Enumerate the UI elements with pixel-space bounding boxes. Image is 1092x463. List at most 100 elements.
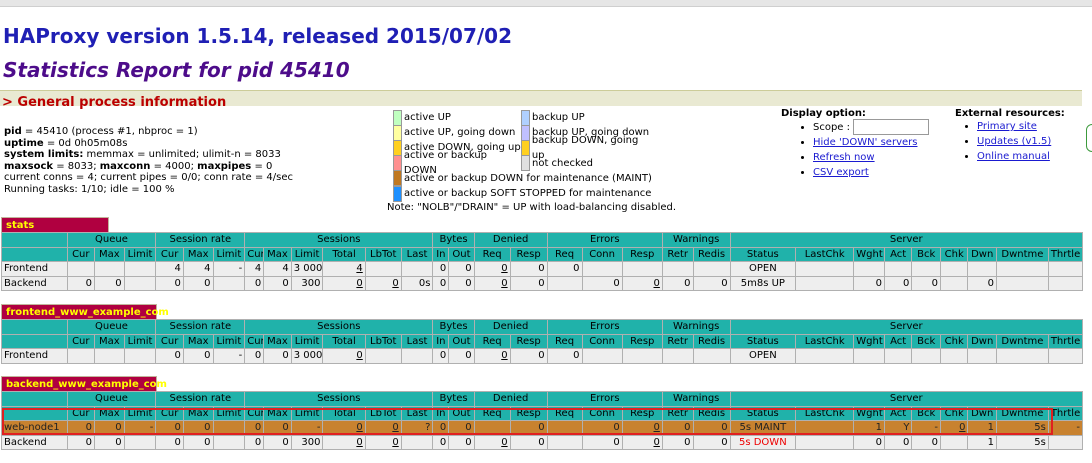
header-group: Sessions: [244, 391, 434, 407]
column-header: Limit: [290, 333, 324, 349]
refresh-now-link[interactable]: Refresh now: [813, 152, 875, 163]
highlight-box: [2, 408, 1053, 435]
stat-cell: 0: [692, 434, 731, 450]
stat-cell: [621, 261, 663, 277]
stat-cell: 0s: [400, 275, 434, 291]
stat-value: 0: [613, 436, 620, 448]
csv-export-link[interactable]: CSV export: [813, 167, 869, 178]
row-name[interactable]: Backend: [1, 275, 68, 291]
stat-cell: 0: [853, 434, 885, 450]
stat-value: 0: [392, 436, 399, 448]
header-blank: [1, 333, 68, 349]
general-info-title: > General process information: [2, 95, 227, 110]
column-header: Resp: [509, 246, 548, 262]
stat-value: 300: [301, 277, 321, 289]
column-header: Retr: [661, 246, 694, 262]
stat-value: OPEN: [748, 263, 777, 275]
column-header: Redis: [692, 333, 731, 349]
stat-cell: 3 000: [290, 348, 324, 364]
stat-cell: [967, 261, 997, 277]
column-header: Cur: [155, 333, 184, 349]
stat-value: 1: [987, 436, 994, 448]
stat-value: 0: [721, 436, 728, 448]
stat-cell: [911, 261, 941, 277]
stat-cell: [400, 261, 434, 277]
header-group: Denied: [473, 319, 548, 335]
stat-cell: 0: [182, 434, 214, 450]
column-header: Redis: [692, 246, 731, 262]
row-name[interactable]: Frontend: [1, 348, 68, 364]
column-header: LbTot: [364, 333, 402, 349]
stat-cell: [1047, 434, 1084, 450]
header-group-row: Queue Session rate Sessions Bytes Denied Erro…: [1, 232, 1084, 248]
running-tasks-line: Running tasks: 1/10; idle = 100 %: [4, 183, 175, 195]
hide-down-servers-link[interactable]: Hide 'DOWN' servers: [813, 137, 917, 148]
stat-cell: 0: [473, 261, 511, 277]
stat-value: 0: [501, 263, 508, 275]
header-group: Denied: [473, 232, 548, 248]
legend-swatch: [521, 139, 530, 156]
column-header: Out: [448, 246, 475, 262]
scope-label: Scope :: [813, 122, 851, 133]
header-group: Denied: [473, 391, 548, 407]
column-header: Req: [546, 333, 583, 349]
stat-cell: -: [212, 261, 246, 277]
table-row[interactable]: Backend 0 0 0 0 0 0 300 0 0 0 0 0 0 0 0 0 0 5s DOWN 0 0 0 1 5s: [1, 434, 1084, 450]
stat-value: 0: [115, 436, 122, 448]
stat-value: 0: [115, 277, 122, 289]
legend-label: active or backup DOWN for maintenance (M…: [404, 172, 652, 184]
browser-toolbar-edge: [0, 0, 1092, 7]
stat-value: 5s: [1034, 436, 1046, 448]
stat-value: 0: [204, 277, 211, 289]
table-row[interactable]: Frontend 0 0-0 0 3 000 0 0 0 0 0 0 OPEN: [1, 348, 1084, 364]
header-blank: [1, 319, 68, 335]
stat-cell: 0: [509, 261, 548, 277]
stat-value: 0: [465, 436, 472, 448]
stat-value: 0: [538, 436, 545, 448]
updates-link[interactable]: Updates (v1.5): [977, 136, 1051, 147]
stat-cell: 0: [244, 434, 265, 450]
legend-note: Note: "NOLB"/"DRAIN" = UP with load-bala…: [387, 202, 677, 213]
display-options: Display option: Scope : Hide 'DOWN' serv…: [781, 108, 930, 180]
header-group: Bytes: [432, 319, 475, 335]
stat-cell: 0: [509, 348, 548, 364]
stat-cell: 0: [364, 434, 402, 450]
stat-value: 0: [254, 277, 262, 289]
table-row[interactable]: Frontend 4 4-4 4 3 000 4 0 0 0 0 0 OPEN: [1, 261, 1084, 277]
online-manual-link[interactable]: Online manual: [977, 151, 1050, 162]
primary-site-link[interactable]: Primary site: [977, 121, 1037, 132]
table-row[interactable]: Backend 0 0 0 0 0 0 300 0 0 0s 0 0 0 0 0 0 0 0 5m8s UP 0 0 0 0: [1, 275, 1084, 291]
column-header: Dwntme: [996, 246, 1049, 262]
column-header: Dwntme: [996, 333, 1049, 349]
row-name[interactable]: Backend: [1, 434, 68, 450]
column-header: Total: [322, 246, 366, 262]
stat-cell: -: [212, 348, 246, 364]
header-column-row: Cur Max Limit Cur Max Limit Cur Max Limit Total Lb…: [1, 333, 1084, 349]
stat-cell: [123, 434, 157, 450]
stat-cell: 0: [182, 348, 214, 364]
legend-swatch: [393, 170, 402, 187]
row-name[interactable]: Frontend: [1, 261, 68, 277]
header-blank: [1, 232, 68, 248]
column-header: Req: [473, 333, 511, 349]
stat-cell: 0: [322, 348, 366, 364]
side-handle[interactable]: [1086, 124, 1092, 152]
column-header: Limit: [290, 246, 324, 262]
legend-swatch: [521, 124, 530, 141]
stat-cell: [883, 261, 913, 277]
legend-row: active UP backup UP: [393, 109, 823, 126]
legend-swatch: [521, 109, 530, 126]
column-header: Act: [883, 246, 913, 262]
stat-cell: 1: [967, 434, 997, 450]
stat-value: 0: [987, 277, 994, 289]
stat-value: 0: [465, 263, 472, 275]
column-header: Wght: [853, 246, 885, 262]
maxsock-value: = 8033;: [53, 160, 100, 172]
stat-cell: 0: [263, 434, 292, 450]
stat-value: 0: [903, 277, 910, 289]
column-header: Max: [94, 333, 125, 349]
scope-input[interactable]: [853, 119, 930, 135]
column-header: Cur: [66, 333, 96, 349]
stat-value: 4: [356, 263, 363, 275]
external-resources: External resources: Primary site Updates…: [955, 108, 1065, 164]
